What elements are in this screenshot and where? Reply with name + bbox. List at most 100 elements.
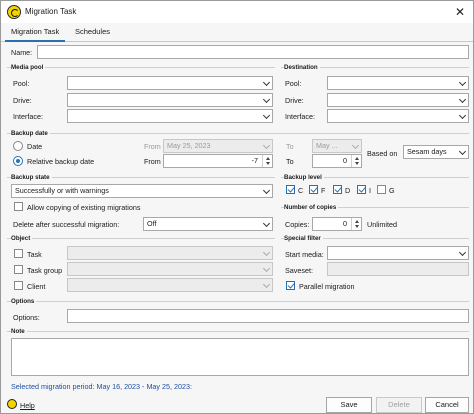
from-relative-label: From <box>144 157 161 166</box>
tab-bar: Migration Task Schedules <box>1 23 473 42</box>
based-on-label: Based on <box>367 149 398 158</box>
media-pool-drive-select[interactable] <box>67 93 273 107</box>
parallel-migration-label: Parallel migration <box>299 282 355 291</box>
options-section-title: Options <box>11 298 37 305</box>
level-g-checkbox[interactable] <box>377 185 386 194</box>
media-pool-pool-label: Pool: <box>13 79 30 88</box>
backup-state-section-title: Backup state <box>11 174 52 181</box>
backup-state-select[interactable]: Successfully or with warnings <box>11 184 273 198</box>
destination-drive-select[interactable] <box>327 93 469 107</box>
start-media-label: Start media: <box>285 250 324 259</box>
chevron-down-icon <box>460 113 466 119</box>
delete-after-label: Delete after successful migration: <box>13 220 120 229</box>
chevron-down-icon <box>460 80 466 86</box>
allow-copy-label: Allow copying of existing migrations <box>27 203 141 212</box>
name-label: Name: <box>11 48 33 57</box>
task-group-checkbox[interactable] <box>14 265 23 274</box>
level-c-checkbox[interactable] <box>286 185 295 194</box>
media-pool-interface-select[interactable] <box>67 109 273 123</box>
level-i-checkbox[interactable] <box>357 185 366 194</box>
destination-section-title: Destination <box>284 64 320 71</box>
chevron-down-icon <box>264 282 270 288</box>
chevron-down-icon <box>460 250 466 256</box>
chevron-down-icon <box>264 188 270 194</box>
relative-date-radio[interactable] <box>13 156 23 166</box>
help-icon[interactable] <box>7 399 17 409</box>
name-input[interactable] <box>37 45 469 59</box>
chevron-down-icon <box>460 149 466 155</box>
chevron-down-icon <box>264 221 270 227</box>
date-radio-label: Date <box>27 142 43 151</box>
level-c-label: C <box>298 186 304 195</box>
backup-level-section-title: Backup level <box>284 174 324 181</box>
from-date-value: May 25, 2023 <box>167 141 211 150</box>
level-i-label: I <box>369 186 371 195</box>
media-pool-interface-label: Interface: <box>13 112 43 121</box>
special-filter-section-title: Special filter <box>284 235 323 242</box>
relative-date-label: Relative backup date <box>27 157 95 166</box>
based-on-select[interactable]: Sesam days <box>403 145 469 159</box>
window-title: Migration Task <box>25 7 77 16</box>
from-date-label: From <box>144 142 161 151</box>
close-icon[interactable]: ✕ <box>451 3 469 21</box>
options-input[interactable] <box>67 309 469 323</box>
to-relative-spinner[interactable]: 0 <box>312 154 362 168</box>
destination-interface-label: Interface: <box>285 112 315 121</box>
chevron-down-icon <box>264 113 270 119</box>
migration-task-dialog: Migration Task ✕ Migration Task Schedule… <box>0 0 474 414</box>
level-d-label: D <box>345 186 351 195</box>
unlimited-label: Unlimited <box>367 220 397 229</box>
client-select[interactable] <box>67 278 273 292</box>
note-textarea[interactable] <box>11 338 469 376</box>
date-radio[interactable] <box>13 141 23 151</box>
destination-interface-select[interactable] <box>327 109 469 123</box>
chevron-down-icon <box>264 266 270 272</box>
note-separator <box>7 331 469 332</box>
client-label: Client <box>27 282 46 291</box>
task-checkbox[interactable] <box>14 249 23 258</box>
allow-copy-checkbox[interactable] <box>14 202 23 211</box>
copies-value: 0 <box>343 219 347 228</box>
saveset-input[interactable] <box>327 262 469 276</box>
tab-schedules[interactable]: Schedules <box>69 23 116 42</box>
note-section-title: Note <box>11 328 27 335</box>
task-group-label: Task group <box>27 266 63 275</box>
cancel-button[interactable]: Cancel <box>425 397 469 413</box>
save-button[interactable]: Save <box>326 397 372 413</box>
delete-after-select[interactable]: Off <box>143 217 273 231</box>
task-select[interactable] <box>67 246 273 260</box>
backup-date-separator <box>7 133 469 134</box>
from-relative-spinner[interactable]: -7 <box>163 154 273 168</box>
start-media-select[interactable] <box>327 246 469 260</box>
from-date-picker[interactable]: May 25, 2023 <box>163 139 273 153</box>
spinner-arrows-icon[interactable] <box>262 155 272 167</box>
client-checkbox[interactable] <box>14 281 23 290</box>
destination-pool-select[interactable] <box>327 76 469 90</box>
tab-migration-task[interactable]: Migration Task <box>5 23 66 42</box>
app-logo-icon <box>7 5 21 19</box>
level-g-label: G <box>389 186 395 195</box>
level-d-checkbox[interactable] <box>333 185 342 194</box>
chevron-down-icon <box>460 97 466 103</box>
backup-date-section-title: Backup date <box>11 130 50 137</box>
chevron-down-icon <box>264 80 270 86</box>
help-link[interactable]: Help <box>20 401 35 410</box>
migration-period-text: Selected migration period: May 16, 2023 … <box>11 382 192 391</box>
task-group-select[interactable] <box>67 262 273 276</box>
backup-state-value: Successfully or with warnings <box>15 186 109 195</box>
chevron-down-icon <box>264 143 270 149</box>
media-pool-separator <box>7 67 275 68</box>
object-separator <box>7 238 275 239</box>
title-bar: Migration Task ✕ <box>1 1 473 23</box>
media-pool-pool-select[interactable] <box>67 76 273 90</box>
chevron-down-icon <box>353 143 359 149</box>
destination-pool-label: Pool: <box>285 79 302 88</box>
level-f-checkbox[interactable] <box>309 185 318 194</box>
spinner-arrows-icon[interactable] <box>351 218 361 230</box>
to-date-picker[interactable]: May ... <box>312 139 362 153</box>
media-pool-section-title: Media pool <box>11 64 46 71</box>
copies-spinner[interactable]: 0 <box>312 217 362 231</box>
delete-button[interactable]: Delete <box>376 397 422 413</box>
parallel-migration-checkbox[interactable] <box>286 281 295 290</box>
spinner-arrows-icon[interactable] <box>351 155 361 167</box>
